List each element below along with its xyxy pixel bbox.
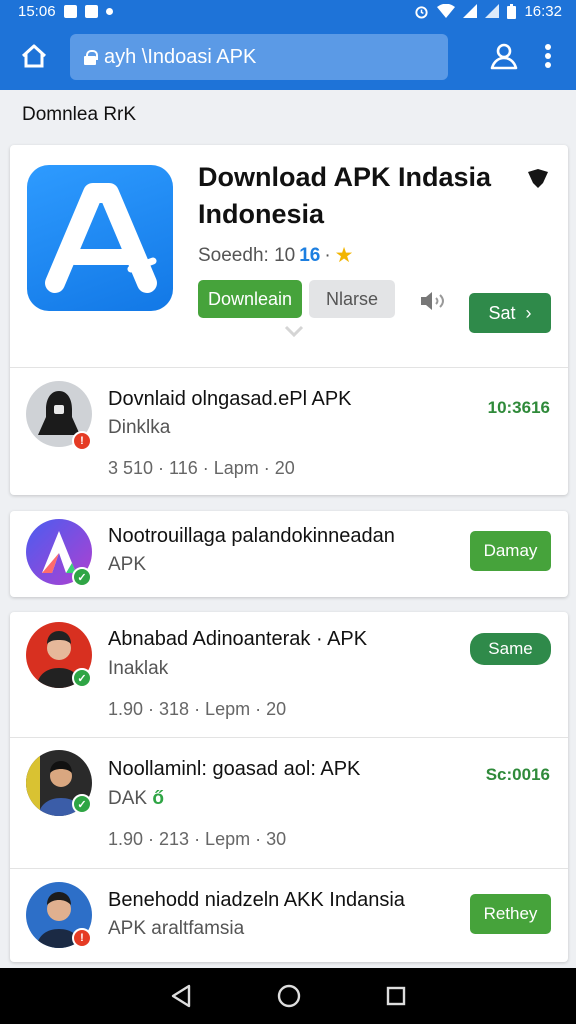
item-title: Nootrouillaga palandokinneadan bbox=[108, 525, 395, 547]
status-badge: ✓ bbox=[72, 794, 92, 814]
browser-toolbar: ayh \Indoasi APK bbox=[0, 22, 576, 90]
speaker-icon[interactable] bbox=[419, 290, 447, 312]
app-icon[interactable] bbox=[27, 165, 173, 311]
lock-icon bbox=[84, 49, 98, 65]
recents-icon[interactable] bbox=[386, 986, 406, 1006]
status-bar: 15:06 16:32 bbox=[0, 0, 576, 22]
secondary-button[interactable]: Nlarse bbox=[309, 280, 395, 318]
notification-icon bbox=[63, 4, 77, 18]
url-bar[interactable]: ayh \Indoasi APK bbox=[70, 34, 448, 80]
chevron-down-icon[interactable] bbox=[284, 325, 304, 337]
item-title: Abnabad Adinoanterak · APK bbox=[108, 628, 368, 650]
account-icon bbox=[490, 43, 518, 70]
status-time-left: 15:06 bbox=[18, 2, 56, 20]
alarm-icon bbox=[415, 5, 429, 19]
app-list-card: ✓ Abnabad Adinoanterak · APK Inaklak 1.9… bbox=[10, 612, 568, 962]
list-item[interactable]: ✓ Noollaminl: goasad aol: APK DAK ő 1.90… bbox=[10, 738, 568, 868]
status-badge: ✓ bbox=[72, 567, 92, 587]
list-item[interactable]: ✓ Nootrouillaga palandokinneadan APK Dam… bbox=[10, 511, 568, 597]
location-icon bbox=[105, 7, 113, 15]
battery-icon bbox=[507, 3, 517, 19]
status-badge: ! bbox=[72, 928, 92, 948]
item-meta: 3 510 · 116 · Lapm · 20 bbox=[108, 458, 295, 478]
item-time: Sc:0016 bbox=[485, 765, 550, 784]
signal-icon bbox=[463, 4, 478, 18]
home-icon bbox=[21, 44, 47, 68]
rating-label: Soeedh: 10 bbox=[198, 244, 296, 266]
system-nav-bar bbox=[0, 968, 576, 1024]
chevron-right-icon: › bbox=[525, 302, 532, 323]
item-title: Dovnlaid olngasad.ePl APK bbox=[108, 388, 352, 410]
star-icon: ★ bbox=[334, 244, 354, 267]
item-title: Noollaminl: goasad aol: APK bbox=[108, 758, 361, 780]
item-subtitle: APK bbox=[108, 554, 147, 575]
action-button[interactable]: Same bbox=[470, 633, 551, 665]
home-nav-icon[interactable] bbox=[277, 984, 301, 1008]
url-text: ayh \Indoasi APK bbox=[104, 45, 257, 68]
item-time: 10:3616 bbox=[487, 398, 550, 417]
featured-card: Download APK Indasia Indonesia Soeedh: 1… bbox=[10, 145, 568, 495]
list-item[interactable]: ! Dovnlaid olngasad.ePl APK Dinklka 3 51… bbox=[10, 368, 568, 495]
mail-icon bbox=[84, 4, 98, 18]
rating-separator: · bbox=[324, 244, 331, 266]
action-button[interactable]: Damay bbox=[470, 531, 551, 571]
shield-icon[interactable] bbox=[526, 169, 550, 189]
status-badge: ! bbox=[72, 431, 92, 451]
item-title: Benehodd niadzeln AKK Indansia bbox=[108, 889, 405, 911]
list-item[interactable]: ! Benehodd niadzeln AKK Indansia APK ara… bbox=[10, 869, 568, 962]
rating-value: 16 bbox=[299, 244, 321, 266]
signal-icon-2 bbox=[485, 4, 500, 18]
download-button[interactable]: Downleain bbox=[198, 280, 302, 318]
item-subtitle: APK araltfamsia bbox=[108, 918, 245, 939]
rating-row: Soeedh: 10 16 · ★ bbox=[198, 243, 354, 268]
item-meta: 1.90 · 318 · Lepm · 20 bbox=[108, 699, 287, 719]
overflow-menu-button[interactable] bbox=[520, 22, 576, 90]
app-card: ✓ Nootrouillaga palandokinneadan APK Dam… bbox=[10, 511, 568, 597]
item-subtitle: DAK ő bbox=[108, 788, 164, 810]
app-title: Download APK Indasia Indonesia bbox=[198, 162, 492, 229]
item-subtitle: Inaklak bbox=[108, 658, 169, 679]
back-icon[interactable] bbox=[170, 984, 192, 1008]
status-time-right: 16:32 bbox=[524, 2, 562, 20]
share-label: Sat bbox=[488, 302, 516, 323]
action-button[interactable]: Rethey bbox=[470, 894, 551, 934]
home-button[interactable] bbox=[0, 22, 68, 90]
section-label: Domnlea RrK bbox=[22, 104, 137, 125]
item-meta: 1.90 · 213 · Lepm · 30 bbox=[108, 829, 287, 849]
status-badge: ✓ bbox=[72, 668, 92, 688]
wifi-icon bbox=[437, 4, 456, 18]
share-button[interactable]: Sat › bbox=[469, 293, 551, 333]
item-subtitle: Dinklka bbox=[108, 417, 171, 438]
list-item[interactable]: ✓ Abnabad Adinoanterak · APK Inaklak 1.9… bbox=[10, 612, 568, 737]
item-subtitle-text: DAK bbox=[108, 788, 148, 809]
more-vert-icon bbox=[545, 44, 551, 68]
leaf-icon: ő bbox=[152, 788, 164, 809]
a-logo-icon bbox=[45, 183, 157, 293]
